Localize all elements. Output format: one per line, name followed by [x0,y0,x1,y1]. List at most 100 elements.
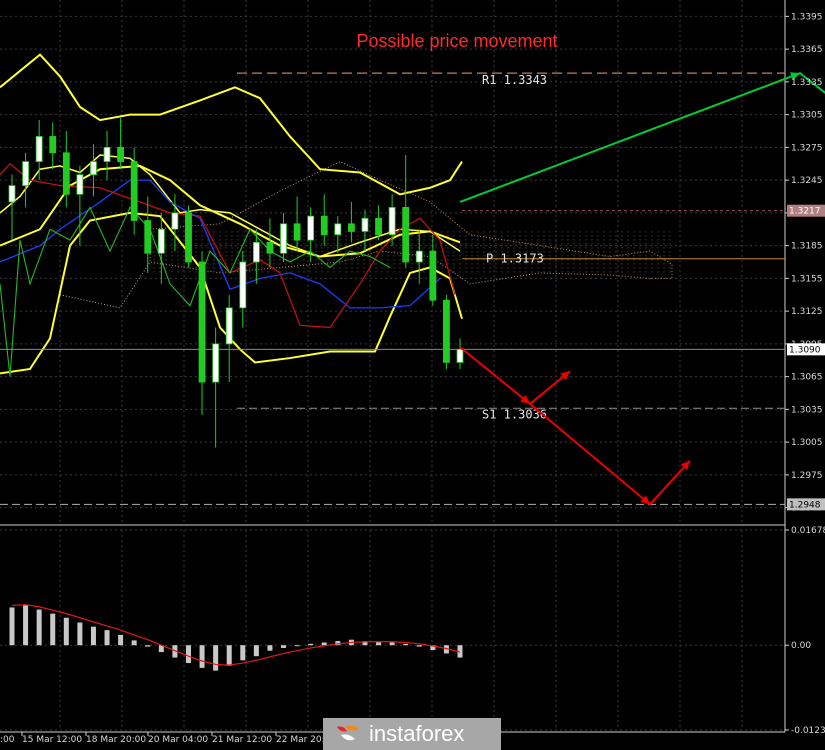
macd-histogram-bar [36,609,42,646]
price-tick-label: 1.3065 [791,373,823,383]
candle-body [157,228,165,254]
price-axis-ticks: 1.3395 1.3365 1.3335 1.3305 1.3275 1.3245 1.32… [785,12,823,514]
macd-histogram-bar [389,642,395,646]
projection-arrows [459,72,825,506]
macd-histogram-bar [240,645,246,661]
candle-body [90,161,97,176]
candle-body [225,307,233,345]
current-price-badge-label: 1.3090 [789,345,821,355]
macd-histogram-bar [416,645,422,647]
candle-body [388,207,396,236]
projection-arrow [459,346,571,406]
macd-histogram-bar [90,626,96,646]
price-badge-label: 1.2948 [789,500,821,510]
macd-histogram-bar [50,613,56,646]
candle-body [375,217,382,236]
candle-body [443,299,450,363]
candle-body [144,220,152,254]
price-badge-label: 1.3217 [789,207,821,217]
macd-tick-label: -0.01235 [791,726,825,736]
price-tick-label: 1.3305 [791,111,823,121]
projection-arrow [529,403,691,506]
time-tick-label: 20 Mar 04:00 [148,735,208,745]
macd-histogram-bar [253,645,259,657]
projection-arrow [459,72,825,203]
macd-histogram-bar [145,645,151,647]
level-label-p: P 1.3173 [486,252,544,266]
macd-histogram-bar [118,634,124,646]
macd-histogram-bar [9,607,15,646]
watermark-text: instaforex [369,721,465,746]
candle-body [62,152,70,195]
candle-body [334,223,342,236]
candle-body [185,212,192,263]
candle-body [130,161,138,221]
candle-body [49,136,57,154]
pivot-levels: R1 1.3343P 1.3173S1 1.3036 [0,72,785,505]
price-tick-label: 1.3395 [791,12,823,22]
macd-histogram-bar [77,622,83,646]
candle-body [347,223,355,232]
macd-histogram-bar [267,645,273,651]
macd-histogram-bar [131,640,137,646]
candle-body [252,241,260,263]
candle-body [76,174,84,195]
macd-tick-label: 0.01678 [791,526,825,536]
candle-body [8,185,16,203]
candle-body [171,212,179,230]
candle-body [307,215,315,241]
macd-histogram-bar [104,630,110,646]
macd-histogram-bar [63,617,69,646]
time-tick-label: 21 Mar 12:00 [212,735,272,745]
macd-histogram-bar [23,605,29,646]
macd-histogram-bar [321,642,327,646]
macd-histogram-bar [403,643,409,646]
level-label-r1: R1 1.3343 [482,73,547,87]
chart-frame [0,0,786,733]
grid [0,0,785,524]
candle-body [402,207,410,263]
candle-body [320,215,328,236]
candle-body [239,261,247,309]
candle-body [293,223,301,241]
candle-body [198,261,206,383]
chart-title: Possible price movement [356,31,557,51]
candlestick-series [8,117,464,448]
macd-histogram-bar [226,645,232,666]
price-tick-label: 1.2975 [791,471,823,481]
macd-histogram-bar [308,643,314,646]
price-tick-label: 1.3185 [791,242,823,252]
macd-indicator [9,604,463,671]
price-tick-label: 1.3125 [791,307,823,317]
candle-body [429,250,437,301]
candle-body [212,343,220,383]
candle-body [103,146,111,162]
macd-histogram-bar [281,645,287,648]
time-tick-label: 15 Mar 12:00 [22,735,82,745]
macd-histogram-bar [213,645,219,671]
candle-body [361,217,369,232]
ichimoku-cloud-left [59,261,151,309]
price-tick-label: 1.3005 [791,438,823,448]
candle-body [415,250,423,263]
price-tick-label: 1.3365 [791,45,823,55]
price-tick-label: 1.3335 [791,78,823,88]
macd-tick-label: 0.00 [791,641,811,651]
instaforex-logo-icon [337,725,359,741]
time-axis-ticks: :00 15 Mar 12:00 18 Mar 20:00 20 Mar 04:00 2… [0,732,336,745]
time-tick-label: 18 Mar 20:00 [86,735,146,745]
macd-histogram-bar [294,645,300,647]
instaforex-watermark: instaforex [323,718,501,750]
macd-histogram-bar [199,645,205,668]
macd-histogram-bar [185,645,191,664]
price-tick-label: 1.3155 [791,274,823,284]
candle-body [456,348,464,363]
chart-canvas: 0.016780.00-0.01235 R1 1.3343P 1.3173S1 … [0,0,825,745]
candle-body [22,161,29,186]
price-tick-label: 1.3245 [791,176,823,186]
candle-body [117,146,125,162]
time-tick-label: :00 [0,735,15,745]
candle-body [280,223,287,254]
candle-body [35,136,43,162]
candle-body [266,241,274,254]
